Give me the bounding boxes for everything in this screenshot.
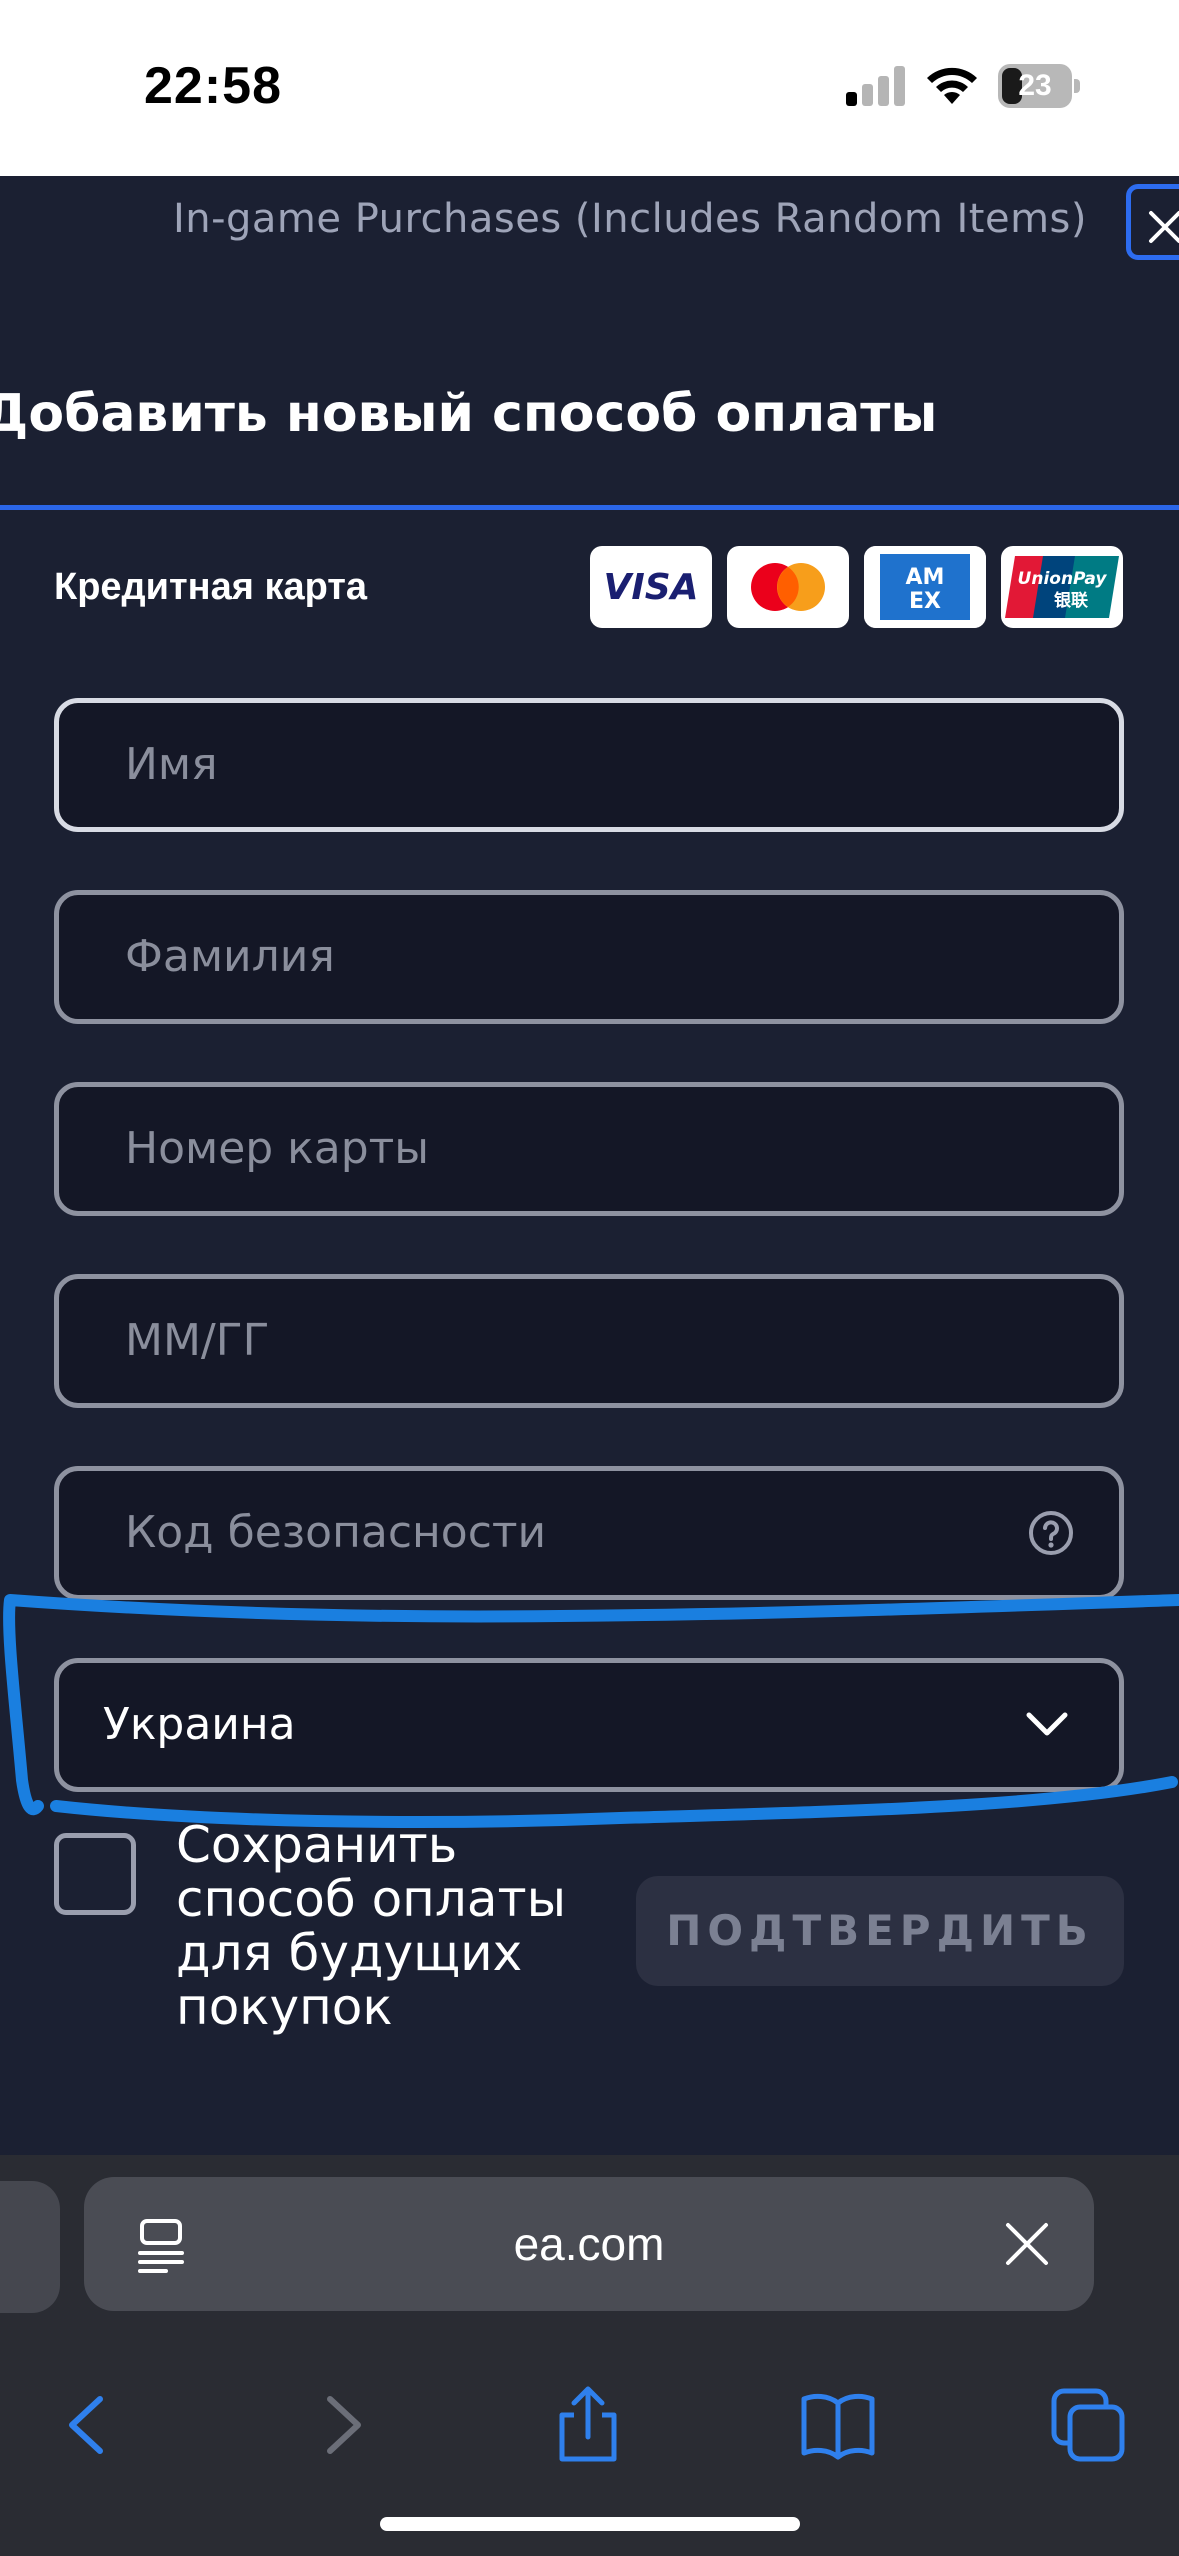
svg-text:AM: AM (906, 565, 945, 590)
payment-form: Кредитная карта VISA AM EX UnionPay 银联 И… (0, 510, 1179, 2155)
help-icon[interactable] (1027, 1509, 1075, 1557)
share-icon[interactable] (548, 2385, 628, 2465)
close-icon (1149, 211, 1179, 243)
unionpay-logo: UnionPay 银联 (1001, 546, 1123, 628)
expiry-placeholder: ММ/ГГ (125, 1315, 270, 1366)
save-payment-checkbox[interactable] (54, 1833, 136, 1915)
status-bar: 22:58 23 (0, 0, 1179, 176)
svg-text:EX: EX (909, 589, 941, 614)
expiry-date-field[interactable]: ММ/ГГ (54, 1274, 1124, 1408)
forward-icon[interactable] (302, 2385, 382, 2465)
battery-icon: 23 (998, 64, 1080, 108)
chevron-down-icon (1026, 1712, 1068, 1736)
save-payment-label[interactable]: Сохранить способ оплаты для будущих поку… (176, 1818, 616, 2034)
browser-toolbar: ea.com (0, 2155, 1179, 2556)
close-tab-icon[interactable] (1002, 2219, 1052, 2269)
first-name-placeholder: Имя (125, 739, 218, 790)
card-number-placeholder: Номер карты (125, 1123, 430, 1174)
home-indicator (380, 2517, 800, 2531)
amex-logo: AM EX (864, 546, 986, 628)
content-rating-text: In-game Purchases (Includes Random Items… (172, 196, 1087, 242)
bookmarks-icon[interactable] (798, 2385, 878, 2465)
mastercard-logo (727, 546, 849, 628)
credit-card-label: Кредитная карта (54, 566, 368, 608)
country-select[interactable]: Украина (54, 1658, 1124, 1792)
wifi-icon (927, 67, 977, 104)
first-name-field[interactable]: Имя (54, 698, 1124, 832)
svg-text:UnionPay: UnionPay (1018, 569, 1108, 589)
cellular-signal-icon (846, 66, 906, 106)
modal-header: In-game Purchases (Includes Random Items… (0, 176, 1179, 510)
visa-logo: VISA (590, 546, 712, 628)
country-value: Украина (103, 1699, 296, 1750)
last-name-placeholder: Фамилия (125, 931, 335, 982)
svg-text:VISA: VISA (603, 567, 698, 608)
svg-text:银联: 银联 (1054, 590, 1088, 611)
status-time: 22:58 (144, 57, 282, 115)
security-code-field[interactable]: Код безопасности (54, 1466, 1124, 1600)
page-title: Добавить новый способ оплаты (0, 384, 938, 444)
tabs-icon[interactable] (1048, 2385, 1128, 2465)
last-name-field[interactable]: Фамилия (54, 890, 1124, 1024)
url-text: ea.com (513, 2218, 665, 2270)
confirm-button[interactable]: ПОДТВЕРДИТЬ (636, 1876, 1124, 1986)
address-bar[interactable]: ea.com (84, 2177, 1094, 2311)
card-number-field[interactable]: Номер карты (54, 1082, 1124, 1216)
previous-tab[interactable] (0, 2181, 60, 2313)
back-icon[interactable] (48, 2385, 128, 2465)
close-modal-button[interactable] (1126, 184, 1179, 260)
battery-level: 23 (1018, 69, 1052, 102)
security-code-placeholder: Код безопасности (125, 1507, 547, 1558)
